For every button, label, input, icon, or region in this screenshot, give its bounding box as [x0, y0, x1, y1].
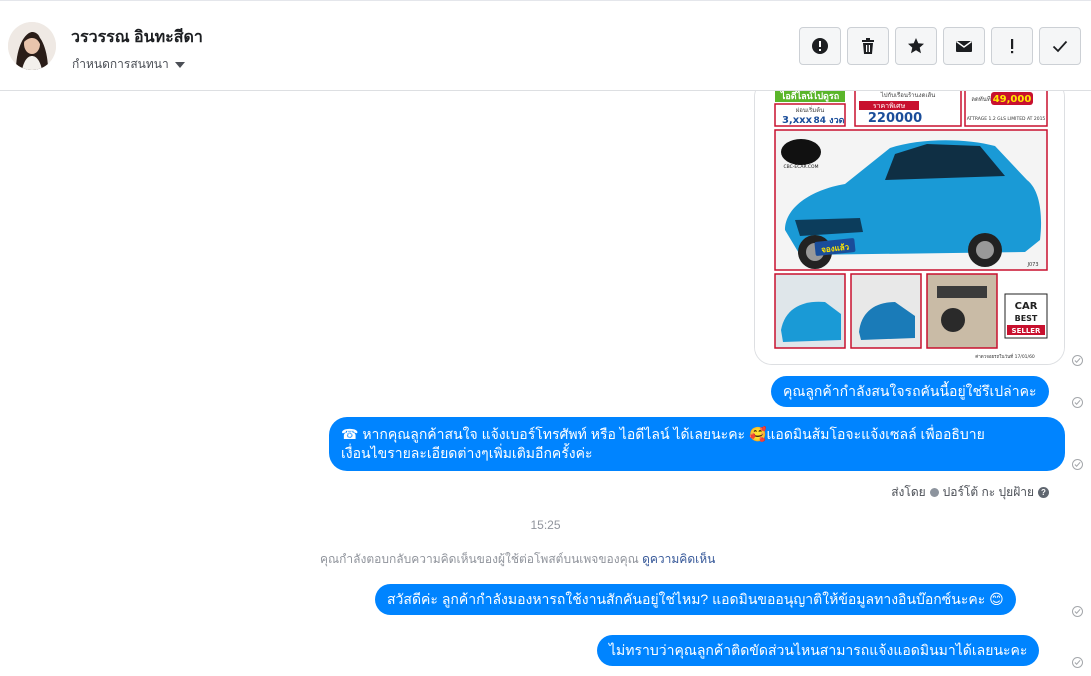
price-value: 220000 — [868, 111, 922, 126]
dealer-logo-text: CBC-ECAR.COM — [784, 164, 819, 170]
badge-line3: SELLER — [1012, 327, 1042, 335]
sent-message-multiline[interactable]: ☎ หากคุณลูกค้าสนใจ แจ้งเบอร์โทรศัพท์ หรื… — [329, 417, 1065, 471]
delete-button[interactable] — [847, 27, 889, 65]
image-message[interactable]: ไอดีไลน์ไปดูรถ ผ่อนเริ่มต้น 3,xxx 84 งวด… — [754, 91, 1065, 365]
alert-circle-icon — [812, 38, 828, 54]
sent-by-info: ส่งโดย ปอร์โต้ กะ ปุยฝ้าย ? — [891, 483, 1049, 502]
down-label: ผ่อนเริ่มต้น — [796, 106, 824, 114]
sender-name[interactable]: ปอร์โต้ กะ ปุยฝ้าย — [943, 483, 1034, 502]
page-admin-icon — [929, 488, 939, 497]
seen-check-icon — [1072, 657, 1083, 668]
notice-text: คุณกำลังตอบกลับความคิดเห็นของผู้ใช้ต่อโพ… — [320, 552, 639, 566]
down-value: 3,xxx — [782, 115, 813, 126]
assign-label: กำหนดการสนทนา — [72, 57, 169, 71]
ad-header-text: ไอดีไลน์ไปดูรถ — [780, 91, 839, 102]
caret-down-icon — [174, 61, 185, 68]
help-icon[interactable]: ? — [1038, 487, 1049, 498]
sent-message[interactable]: ไม่ทราบว่าคุณลูกค้าติดขัดส่วนไหนสามารถแจ… — [597, 635, 1040, 666]
special-label: ลดทันที — [971, 95, 991, 103]
conversation-header: วรวรรณ อินทะสีดา กำหนดการสนทนา — [0, 0, 1091, 91]
months-value: 84 งวด — [814, 116, 845, 126]
assign-conversation-dropdown[interactable]: กำหนดการสนทนา — [72, 55, 185, 74]
view-comment-link[interactable]: ดูความคิดเห็น — [642, 552, 715, 566]
contact-name[interactable]: วรวรรณ อินทะสีดา — [71, 25, 203, 50]
checkmark-icon — [1052, 40, 1068, 53]
mark-unread-button[interactable] — [943, 27, 985, 65]
star-button[interactable] — [895, 27, 937, 65]
seen-check-icon — [1072, 606, 1083, 617]
star-icon — [908, 38, 924, 54]
sent-message[interactable]: คุณลูกค้ากำลังสนใจรถคันนี้อยู่ใช่รึเปล่า… — [771, 376, 1049, 407]
date-text: ค่าดวจอยรถในวันที่ 17/01/60 — [975, 353, 1035, 360]
message-line: ☎ หากคุณลูกค้าสนใจ แจ้งเบอร์โทรศัพท์ หรื… — [341, 426, 985, 442]
spam-button[interactable] — [799, 27, 841, 65]
seen-check-icon — [1072, 459, 1083, 470]
sent-message[interactable]: สวัสดีค่ะ ลูกค้ากำลังมองหารถใช้งานสักคัน… — [375, 584, 1016, 615]
sent-by-prefix: ส่งโดย — [891, 485, 926, 499]
envelope-icon — [956, 40, 972, 52]
seen-check-icon — [1072, 397, 1083, 408]
mark-done-button[interactable] — [1039, 27, 1081, 65]
trash-icon — [862, 38, 874, 54]
special-value: 49,000 — [993, 94, 1032, 105]
comment-reply-notice: คุณกำลังตอบกลับความคิดเห็นของผู้ใช้ต่อโพ… — [320, 550, 715, 569]
price-label: ราคาพิเศษ — [873, 102, 906, 110]
car-ad-image: ไอดีไลน์ไปดูรถ ผ่อนเริ่มต้น 3,xxx 84 งวด… — [755, 91, 1064, 364]
follow-up-button[interactable] — [991, 27, 1033, 65]
message-thread[interactable]: ไอดีไลน์ไปดูรถ ผ่อนเริ่มต้น 3,xxx 84 งวด… — [0, 91, 1091, 676]
seen-check-icon — [1072, 355, 1083, 366]
model-text: ATTRAGE 1.2 GLS LIMITED AT 2015 — [967, 116, 1046, 122]
message-line: เงื่อนไขรายละเอียดต่างๆเพิ่มเติมอีกครั้ง… — [341, 445, 593, 461]
promo-small: ไปกับเรือนร้านงดเส้น — [880, 91, 936, 99]
avatar[interactable] — [8, 22, 56, 70]
badge-line2: BEST — [1015, 314, 1038, 323]
badge-line1: CAR — [1015, 301, 1038, 312]
exclamation-icon — [1011, 39, 1014, 54]
time-divider: 15:25 — [530, 518, 561, 532]
code-text: J073 — [1026, 262, 1038, 268]
action-toolbar — [799, 27, 1081, 65]
